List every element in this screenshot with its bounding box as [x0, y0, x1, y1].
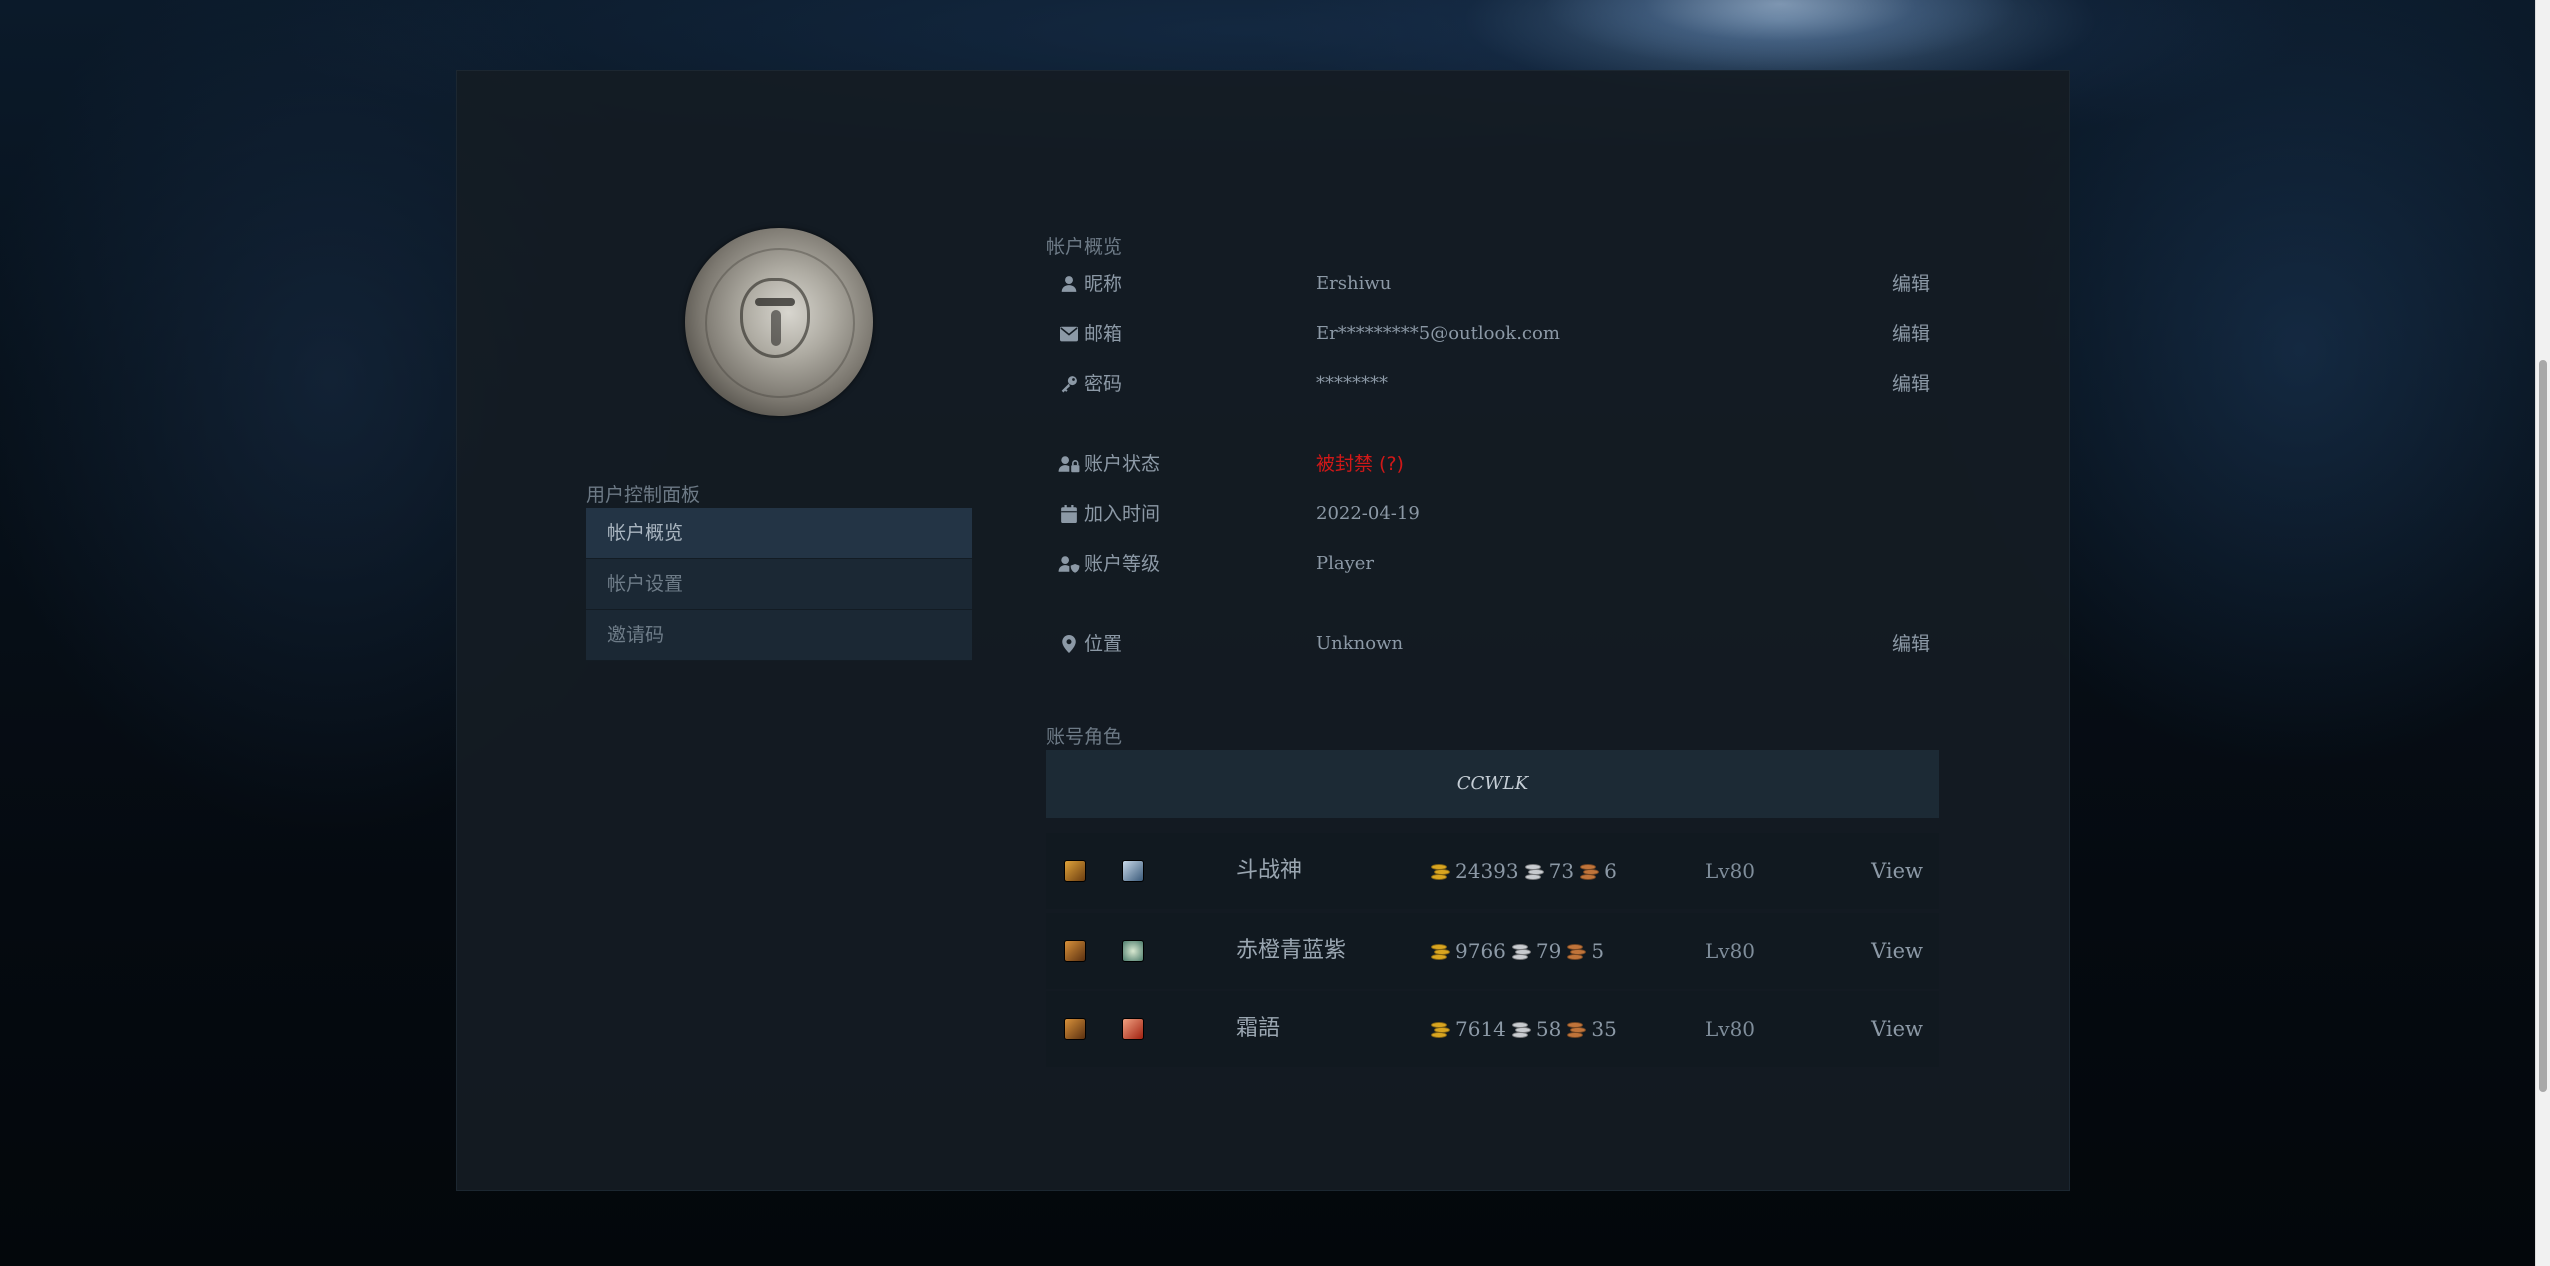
- location-label: 位置: [1084, 633, 1123, 655]
- join-date-value: 2022-04-19: [1316, 503, 1420, 524]
- overview-title: 帐户概览: [1046, 236, 1123, 258]
- email-label: 邮箱: [1084, 323, 1123, 345]
- map-marker-icon: [1054, 624, 1084, 664]
- gold-coin-icon: [1431, 1018, 1451, 1040]
- silver-coin-icon: [1511, 1018, 1532, 1040]
- join-date-label: 加入时间: [1084, 503, 1161, 525]
- sidebar-item-account-settings[interactable]: 帐户设置: [586, 559, 972, 610]
- join-date-row: 加入时间 2022-04-19: [1054, 494, 1930, 534]
- user-shield-icon: [1054, 544, 1084, 584]
- page-scrollbar[interactable]: [2535, 0, 2550, 1266]
- nickname-value: Ershiwu: [1316, 273, 1392, 294]
- location-value: Unknown: [1316, 633, 1404, 654]
- user-lock-icon: [1054, 444, 1084, 484]
- key-icon: [1054, 364, 1084, 404]
- character-name[interactable]: 霜語: [1236, 991, 1280, 1067]
- character-name[interactable]: 赤橙青蓝紫: [1236, 913, 1346, 989]
- edit-nickname-link[interactable]: 编辑: [1892, 264, 1930, 304]
- edit-location-link[interactable]: 编辑: [1892, 624, 1930, 664]
- silver-coin-icon: [1511, 940, 1532, 962]
- password-value: ********: [1316, 373, 1388, 394]
- gold-coin-icon: [1431, 860, 1451, 882]
- character-money: 24393 73 6: [1431, 833, 1623, 909]
- location-row: 位置 Unknown 编辑: [1054, 624, 1930, 664]
- character-level: Lv80: [1705, 1017, 1756, 1041]
- copper-coin-icon: [1580, 860, 1600, 882]
- envelope-icon: [1054, 314, 1084, 354]
- scrollbar-thumb[interactable]: [2539, 360, 2547, 1092]
- control-panel-title: 用户控制面板: [586, 484, 701, 506]
- sidebar-menu: 帐户概览 帐户设置 邀请码: [586, 508, 972, 661]
- account-status-label: 账户状态: [1084, 453, 1161, 475]
- account-status-value[interactable]: 被封禁 (?): [1316, 444, 1404, 484]
- character-level: Lv80: [1705, 939, 1756, 963]
- character-level: Lv80: [1705, 859, 1756, 883]
- account-level-label: 账户等级: [1084, 553, 1161, 575]
- account-status-row: 账户状态 被封禁 (?): [1054, 444, 1930, 484]
- gold-coin-icon: [1431, 940, 1451, 962]
- character-money: 7614 58 35: [1431, 991, 1623, 1067]
- sidebar-item-account-overview[interactable]: 帐户概览: [586, 508, 972, 559]
- character-view-link[interactable]: View: [1871, 913, 1923, 989]
- avatar[interactable]: [685, 228, 873, 416]
- character-row: 赤橙青蓝紫 9766 79 5 Lv80 View: [1046, 913, 1939, 989]
- warrior-class-icon: [1122, 860, 1144, 882]
- mage-class-icon: [1122, 1018, 1144, 1040]
- character-view-link[interactable]: View: [1871, 833, 1923, 909]
- email-row: 邮箱 Er*********5@outlook.com 编辑: [1054, 314, 1930, 354]
- race-icon: [1064, 940, 1086, 962]
- shaman-class-icon: [1122, 940, 1144, 962]
- silver-coin-icon: [1524, 860, 1545, 882]
- character-money: 9766 79 5: [1431, 913, 1610, 989]
- email-value: Er*********5@outlook.com: [1316, 323, 1560, 344]
- password-label: 密码: [1084, 373, 1123, 395]
- calendar-icon: [1054, 494, 1084, 534]
- edit-password-link[interactable]: 编辑: [1892, 364, 1930, 404]
- characters-title: 账号角色: [1046, 726, 1123, 748]
- copper-coin-icon: [1567, 940, 1587, 962]
- character-view-link[interactable]: View: [1871, 991, 1923, 1067]
- sidebar-item-invite-code[interactable]: 邀请码: [586, 610, 972, 661]
- character-row: 霜語 7614 58 35 Lv80 View: [1046, 991, 1939, 1067]
- password-row: 密码 ******** 编辑: [1054, 364, 1930, 404]
- account-level-row: 账户等级 Player: [1054, 544, 1930, 584]
- copper-coin-icon: [1567, 1018, 1587, 1040]
- race-icon: [1064, 1018, 1086, 1040]
- edit-email-link[interactable]: 编辑: [1892, 314, 1930, 354]
- realm-header: CCWLK: [1046, 750, 1939, 818]
- race-icon: [1064, 860, 1086, 882]
- nickname-row: 昵称 Ershiwu 编辑: [1054, 264, 1930, 304]
- nickname-label: 昵称: [1084, 273, 1123, 295]
- user-icon: [1054, 264, 1084, 304]
- account-level-value: Player: [1316, 553, 1375, 574]
- character-name[interactable]: 斗战神: [1236, 833, 1302, 909]
- character-row: 斗战神 24393 73 6 Lv80 View: [1046, 833, 1939, 909]
